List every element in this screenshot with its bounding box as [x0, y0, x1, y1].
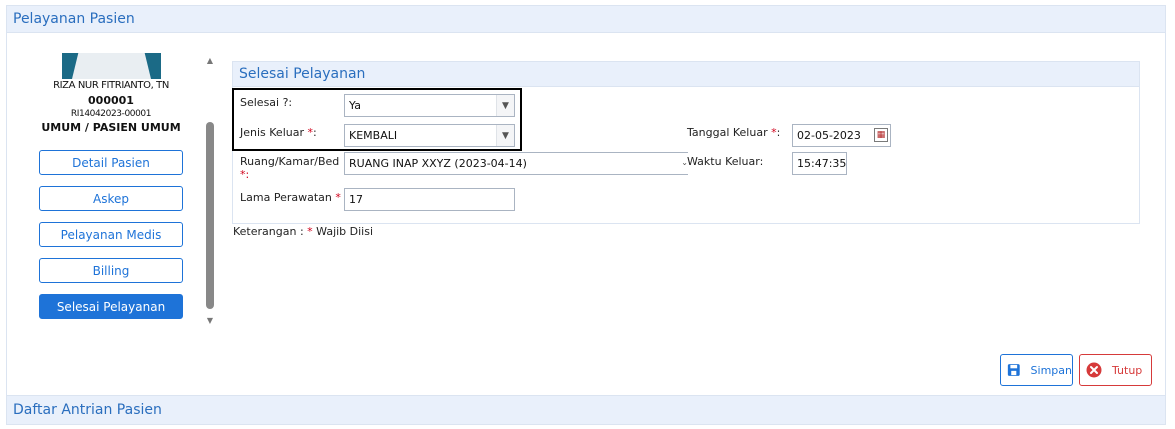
sidebar-scrollbar[interactable]: ▲ ▼	[204, 55, 216, 327]
label-colon: :	[776, 126, 781, 139]
panel-title: Pelayanan Pasien	[13, 11, 135, 27]
lama-perawatan-label: Lama Perawatan *	[240, 191, 341, 204]
lama-perawatan-input[interactable]: 17	[344, 188, 515, 211]
patient-reg-number: RI14042023-00001	[70, 109, 152, 119]
scroll-up-arrow-icon[interactable]: ▲	[204, 55, 216, 67]
jenis-keluar-label: Jenis Keluar *:	[240, 126, 317, 139]
jenis-keluar-value: KEMBALI	[349, 129, 398, 142]
panel-title: Daftar Antrian Pasien	[13, 402, 162, 418]
nav-selesai-pelayanan-button[interactable]: Selesai Pelayanan	[39, 294, 183, 319]
nav-label: Pelayanan Medis	[60, 227, 162, 242]
nav-billing-button[interactable]: Billing	[39, 258, 183, 283]
ruang-label-text: Ruang/Kamar/Bed	[240, 155, 340, 168]
ruang-label: Ruang/Kamar/Bed *:	[240, 155, 339, 181]
jenis-keluar-label-text: Jenis Keluar	[240, 126, 308, 139]
keterangan-prefix: Keterangan :	[233, 225, 308, 238]
nav-detail-pasien-button[interactable]: Detail Pasien	[39, 150, 183, 175]
close-label: Tutup	[1112, 363, 1143, 377]
lama-perawatan-label-text: Lama Perawatan	[240, 191, 336, 204]
close-button[interactable]: Tutup	[1079, 354, 1152, 386]
tanggal-keluar-input[interactable]: 02-05-2023 ▦	[792, 124, 891, 147]
patient-name: RIZA NUR FITRIANTO, TN	[53, 80, 169, 91]
required-mark: *:	[240, 168, 250, 181]
section-header: Selesai Pelayanan	[232, 61, 1140, 87]
waktu-keluar-value: 15:47:35	[797, 157, 847, 170]
jenis-keluar-select[interactable]: KEMBALI ▼	[344, 124, 515, 147]
keterangan-note: Keterangan : * Wajib Diisi	[233, 225, 373, 238]
nav-label: Selesai Pelayanan	[56, 299, 166, 314]
tanggal-keluar-value: 02-05-2023	[797, 129, 861, 142]
save-label: Simpan	[1030, 363, 1072, 377]
avatar-image	[72, 53, 151, 79]
selesai-value: Ya	[349, 99, 361, 112]
chevron-down-icon[interactable]: ▼	[496, 95, 514, 116]
ruang-value: RUANG INAP XXYZ (2023-04-14)	[349, 157, 527, 170]
tanggal-keluar-label: Tanggal Keluar *:	[687, 126, 780, 139]
lama-perawatan-value: 17	[349, 193, 363, 206]
selesai-label: Selesai ?:	[240, 96, 293, 109]
required-mark: *	[335, 191, 341, 204]
tanggal-keluar-label-text: Tanggal Keluar	[687, 126, 772, 139]
chevron-down-icon[interactable]: ▼	[496, 125, 514, 146]
ruang-kamar-bed-select[interactable]: RUANG INAP XXYZ (2023-04-14) ⌄	[344, 152, 688, 175]
panel-header-pelayanan-pasien[interactable]: Pelayanan Pasien	[6, 5, 1166, 33]
avatar	[62, 53, 161, 79]
keterangan-suffix: Wajib Diisi	[312, 225, 374, 238]
close-icon	[1086, 362, 1102, 378]
patient-payer: UMUM / PASIEN UMUM	[41, 121, 181, 134]
nav-label: Detail Pasien	[72, 155, 150, 170]
waktu-keluar-input[interactable]: 15:47:35	[792, 152, 847, 175]
selesai-select[interactable]: Ya ▼	[344, 94, 515, 117]
nav-askep-button[interactable]: Askep	[39, 186, 183, 211]
scroll-thumb[interactable]	[206, 122, 214, 309]
nav-label: Askep	[93, 191, 129, 206]
scroll-down-arrow-icon[interactable]: ▼	[204, 315, 216, 327]
save-icon	[1007, 364, 1020, 376]
nav-label: Billing	[92, 263, 130, 278]
label-colon: :	[313, 126, 317, 139]
section-title: Selesai Pelayanan	[239, 66, 366, 82]
panel-header-daftar-antrian[interactable]: Daftar Antrian Pasien	[6, 395, 1166, 425]
waktu-keluar-label: Waktu Keluar:	[687, 155, 764, 168]
nav-pelayanan-medis-button[interactable]: Pelayanan Medis	[39, 222, 183, 247]
calendar-icon[interactable]: ▦	[874, 128, 888, 142]
patient-rm-number: 000001	[88, 94, 134, 107]
save-button[interactable]: Simpan	[1000, 354, 1073, 386]
